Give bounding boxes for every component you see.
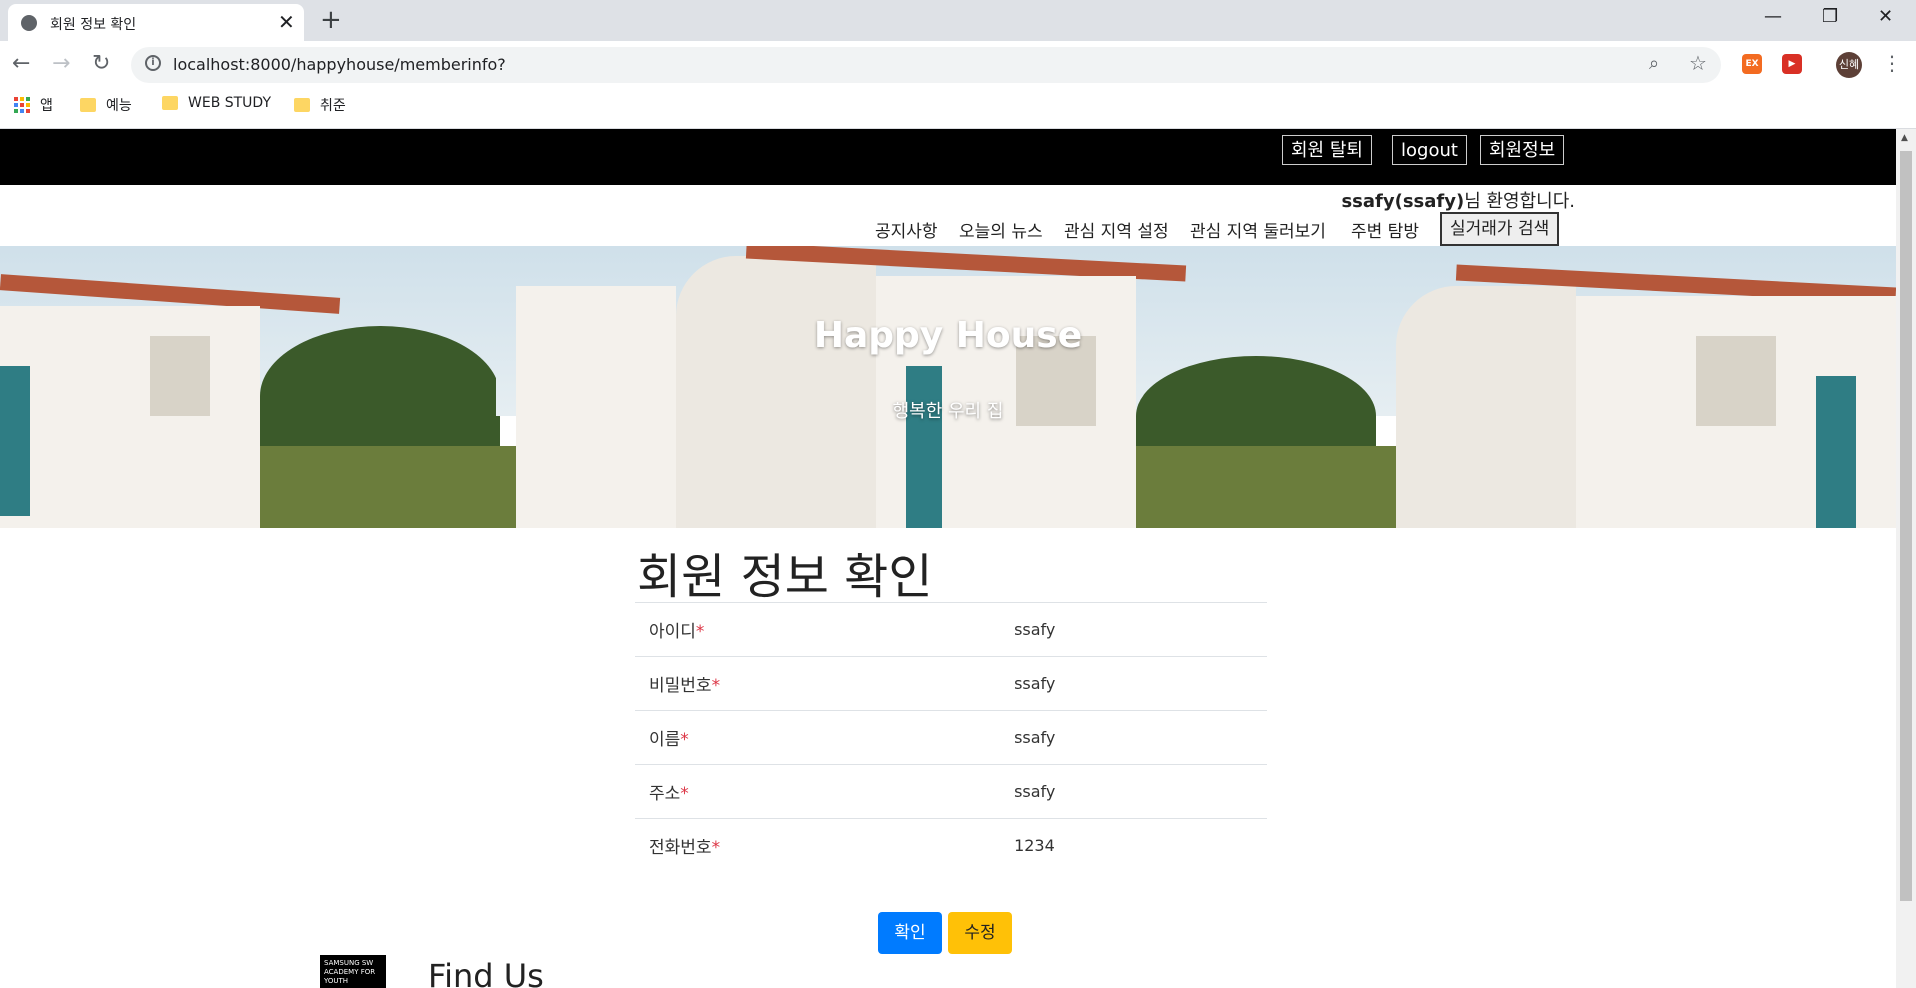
field-label-name: 이름* xyxy=(635,710,995,765)
reload-icon[interactable]: ↻ xyxy=(92,51,110,76)
nav-price-search[interactable]: 실거래가 검색 xyxy=(1440,212,1560,246)
logout-button[interactable]: logout xyxy=(1392,135,1467,165)
table-row: 이름* ssafy xyxy=(635,710,1267,765)
hero-subtitle: 행복한 우리 집 xyxy=(892,401,1004,422)
bookmarks-bar: 앱 예능 WEB STUDY 취준 xyxy=(0,89,1916,129)
confirm-button[interactable]: 확인 xyxy=(878,912,942,954)
page-scrollbar[interactable]: ▲ xyxy=(1896,129,1916,988)
table-row: 주소* ssafy xyxy=(635,764,1267,819)
bookmark-label: 앱 xyxy=(40,98,53,114)
hero-title: Happy House xyxy=(813,315,1083,356)
table-row: 전화번호* 1234 xyxy=(635,818,1267,872)
browser-menu-icon[interactable]: ⋮ xyxy=(1882,51,1902,75)
nav-interest-setting[interactable]: 관심 지역 설정 xyxy=(1064,217,1169,242)
restore-icon[interactable]: ❐ xyxy=(1822,6,1838,27)
field-label-address: 주소* xyxy=(635,764,995,819)
welcome-suffix: 님 환영합니다. xyxy=(1464,191,1575,212)
nav-interest-browse[interactable]: 관심 지역 둘러보기 xyxy=(1190,217,1326,242)
field-value-phone: 1234 xyxy=(994,818,1267,872)
scrollbar-thumb[interactable] xyxy=(1900,151,1912,901)
field-label-phone: 전화번호* xyxy=(635,818,995,872)
welcome-user: ssafy(ssafy) xyxy=(1341,191,1465,212)
hero-banner xyxy=(0,246,1896,528)
apps-grid-icon xyxy=(14,97,30,113)
hero-photo-left xyxy=(0,246,500,528)
withdraw-button[interactable]: 회원 탈퇴 xyxy=(1282,135,1372,165)
forward-arrow-icon[interactable]: → xyxy=(52,51,70,76)
required-mark: * xyxy=(711,838,721,858)
browser-tab-bar: 회원 정보 확인 ✕ + — ❐ ✕ xyxy=(0,0,1916,41)
url-text: localhost:8000/happyhouse/memberinfo? xyxy=(173,55,506,74)
bookmark-label: 취준 xyxy=(320,98,346,114)
table-row: 비밀번호* ssafy xyxy=(635,656,1267,711)
member-info-button[interactable]: 회원정보 xyxy=(1480,135,1565,165)
nav-news[interactable]: 오늘의 뉴스 xyxy=(959,217,1043,242)
nav-notice[interactable]: 공지사항 xyxy=(875,217,938,242)
field-value-address: ssafy xyxy=(994,764,1267,819)
hero-photo-right xyxy=(1396,246,1896,528)
field-value-password: ssafy xyxy=(994,656,1267,711)
folder-icon xyxy=(80,98,96,112)
page-viewport: 회원 탈퇴 logout 회원정보 ssafy(ssafy)님 환영합니다. 공… xyxy=(0,129,1896,988)
hero-photo-center xyxy=(496,246,1396,528)
field-value-name: ssafy xyxy=(994,710,1267,765)
field-value-id: ssafy xyxy=(994,602,1267,657)
scroll-up-icon[interactable]: ▲ xyxy=(1901,133,1908,143)
edit-button[interactable]: 수정 xyxy=(948,912,1012,954)
bookmark-folder-job[interactable]: 취준 xyxy=(294,95,346,115)
bookmark-label: 예능 xyxy=(106,98,132,114)
member-info-table: 아이디* ssafy 비밀번호* ssafy 이름* ssafy 주소* ssa… xyxy=(635,602,1267,872)
new-tab-icon[interactable]: + xyxy=(320,5,342,35)
welcome-message: ssafy(ssafy)님 환영합니다. xyxy=(1341,187,1575,213)
bookmark-apps[interactable]: 앱 xyxy=(14,95,53,115)
bookmark-label: WEB STUDY xyxy=(188,95,271,111)
profile-avatar[interactable]: 신혜 xyxy=(1836,52,1862,78)
nav-nearby[interactable]: 주변 탐방 xyxy=(1351,217,1419,242)
extension-play-icon[interactable]: ▶ xyxy=(1782,54,1802,74)
ssafy-logo: SAMSUNG SW ACADEMY FOR YOUTH xyxy=(320,955,386,988)
address-bar[interactable]: i localhost:8000/happyhouse/memberinfo? … xyxy=(131,47,1721,83)
close-tab-icon[interactable]: ✕ xyxy=(278,10,295,34)
field-label-id: 아이디* xyxy=(635,602,995,657)
globe-icon xyxy=(21,15,37,31)
back-arrow-icon[interactable]: ← xyxy=(12,51,30,76)
folder-icon xyxy=(162,96,178,110)
window-close-icon[interactable]: ✕ xyxy=(1878,6,1893,27)
top-black-bar: 회원 탈퇴 logout 회원정보 xyxy=(0,129,1896,185)
bookmark-folder-web-study[interactable]: WEB STUDY xyxy=(162,95,271,111)
required-mark: * xyxy=(680,730,689,750)
required-mark: * xyxy=(680,784,689,804)
table-row: 아이디* ssafy xyxy=(635,602,1267,657)
extension-ex-icon[interactable]: EX xyxy=(1742,54,1762,74)
browser-toolbar: ← → ↻ i localhost:8000/happyhouse/member… xyxy=(0,41,1916,89)
tab-title: 회원 정보 확인 xyxy=(50,17,137,33)
field-label-password: 비밀번호* xyxy=(635,656,995,711)
minimize-icon[interactable]: — xyxy=(1764,6,1782,27)
zoom-icon[interactable]: ⌕ xyxy=(1649,53,1659,74)
site-info-icon[interactable]: i xyxy=(145,55,161,71)
required-mark: * xyxy=(695,622,705,642)
folder-icon xyxy=(294,98,310,112)
browser-tab[interactable]: 회원 정보 확인 ✕ xyxy=(8,4,304,41)
bookmark-folder-entertainment[interactable]: 예능 xyxy=(80,95,132,115)
page-title: 회원 정보 확인 xyxy=(637,549,933,605)
bookmark-star-icon[interactable]: ☆ xyxy=(1689,51,1707,75)
footer-title: Find Us xyxy=(428,957,544,988)
required-mark: * xyxy=(711,676,721,696)
